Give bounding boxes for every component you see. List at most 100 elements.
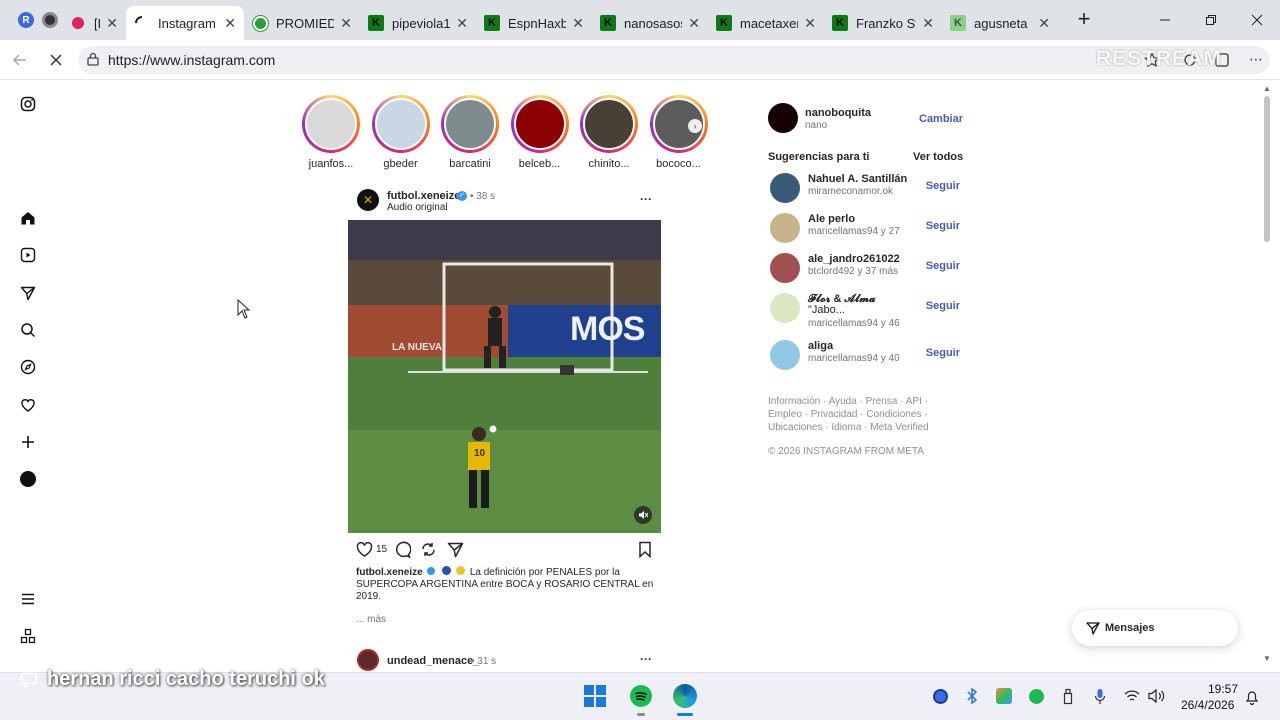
tray-color-icon[interactable]: [996, 688, 1012, 704]
next-post-username[interactable]: undead_menace_: [387, 655, 479, 667]
suggestion-username[interactable]: ale_jandro261022: [808, 253, 900, 265]
like-count[interactable]: 15: [376, 544, 387, 555]
next-post-avatar[interactable]: [357, 649, 379, 671]
repost-icon[interactable]: [420, 541, 437, 558]
caption-username[interactable]: futbol.xeneize: [356, 567, 423, 578]
follow-button[interactable]: Seguir: [926, 300, 960, 312]
post-video[interactable]: MOS LA NUEVA 10: [348, 220, 661, 533]
back-icon[interactable]: [12, 52, 28, 68]
browser-tab[interactable]: Instagram ✕: [126, 6, 244, 40]
tab-close-icon[interactable]: ✕: [572, 15, 584, 32]
menu-hamburger-icon[interactable]: [20, 591, 36, 607]
tab-close-icon[interactable]: ✕: [922, 15, 934, 32]
post-author-avatar[interactable]: ✕: [357, 189, 379, 211]
create-plus-icon[interactable]: [20, 434, 36, 450]
site-info-icon[interactable]: [86, 52, 100, 66]
restore-button[interactable]: [1188, 0, 1234, 40]
post-options-icon[interactable]: ···: [640, 192, 652, 206]
suggestion-avatar[interactable]: [770, 173, 800, 203]
save-bookmark-icon[interactable]: [638, 541, 652, 559]
story-item[interactable]: bococo...: [649, 95, 708, 170]
clock-time[interactable]: 19:57: [1208, 682, 1238, 696]
search-icon[interactable]: [20, 322, 36, 338]
tab-close-icon[interactable]: ✕: [1038, 15, 1050, 32]
share-icon[interactable]: [447, 541, 464, 558]
current-user-avatar[interactable]: [768, 103, 798, 133]
stories-next-icon[interactable]: ›: [688, 119, 702, 133]
bluetooth-icon[interactable]: [966, 687, 978, 705]
close-window-button[interactable]: [1234, 0, 1280, 40]
tray-app-icon[interactable]: [933, 689, 948, 704]
edge-taskbar-icon[interactable]: [673, 684, 697, 708]
messages-button[interactable]: Mensajes: [1072, 610, 1238, 646]
scrollbar-thumb[interactable]: [1264, 96, 1270, 242]
suggestion-username-cont[interactable]: "Jabo...: [808, 304, 845, 316]
wifi-icon[interactable]: [1124, 689, 1140, 703]
start-button-icon[interactable]: [584, 685, 606, 707]
story-item[interactable]: belceb...: [510, 95, 569, 170]
instagram-logo-icon[interactable]: [20, 96, 36, 112]
scroll-down-icon[interactable]: ▼: [1263, 654, 1271, 663]
tab-close-icon[interactable]: ✕: [804, 15, 816, 32]
footer-line[interactable]: Empleo · Privacidad · Condiciones ·: [768, 408, 968, 421]
home-icon[interactable]: [20, 210, 36, 226]
current-user-username[interactable]: nanoboquita: [805, 107, 871, 119]
tab-close-icon[interactable]: ✕: [224, 15, 236, 32]
explore-icon[interactable]: [20, 359, 36, 375]
direct-messages-icon[interactable]: [20, 285, 36, 301]
spotify-taskbar-icon[interactable]: [630, 685, 652, 707]
suggestion-username[interactable]: aliga: [808, 340, 833, 352]
caption-more-link[interactable]: ... más: [356, 614, 386, 625]
tab-close-icon[interactable]: ✕: [106, 15, 118, 32]
post-audio[interactable]: Audio original: [387, 202, 448, 213]
tab-close-icon[interactable]: ✕: [340, 15, 352, 32]
profile-avatar-icon[interactable]: [20, 471, 36, 487]
comment-icon[interactable]: [394, 541, 412, 559]
follow-button[interactable]: Seguir: [926, 260, 960, 272]
post-author-username[interactable]: futbol.xeneize: [387, 190, 460, 202]
browser-tab[interactable]: K Franzko Str ✕: [824, 6, 942, 40]
url-text[interactable]: https://www.instagram.com: [108, 52, 275, 68]
browser-tab[interactable]: [LIV ✕: [62, 6, 126, 40]
see-all-button[interactable]: Ver todos: [913, 151, 963, 163]
browser-tab[interactable]: K EspnHaxba ✕: [476, 6, 592, 40]
new-tab-button[interactable]: +: [1074, 8, 1094, 30]
notification-bell-icon[interactable]: [1245, 689, 1259, 706]
story-item[interactable]: juanfos...: [302, 95, 360, 170]
tab-close-icon[interactable]: ✕: [456, 15, 468, 32]
scroll-up-icon[interactable]: ▲: [1263, 84, 1271, 93]
mute-icon[interactable]: [634, 506, 652, 524]
notifications-heart-icon[interactable]: [20, 397, 36, 413]
more-options-icon[interactable]: ⋯: [1248, 52, 1264, 68]
footer-line[interactable]: Ubicaciones · Idioma · Meta Verified: [768, 421, 968, 434]
browser-tab[interactable]: Kmacetaxen ✕: [708, 6, 824, 40]
page-scrollbar[interactable]: ▲ ▼: [1262, 84, 1272, 668]
usb-device-icon[interactable]: [1062, 688, 1074, 705]
footer-line[interactable]: Información · Ayuda · Prensa · API ·: [768, 395, 968, 408]
stop-loading-icon[interactable]: [48, 52, 64, 68]
suggestion-username[interactable]: Ale perlo: [808, 213, 855, 225]
volume-icon[interactable]: [1148, 688, 1166, 704]
spotify-tray-icon[interactable]: [1029, 689, 1044, 704]
next-post-options-icon[interactable]: ···: [640, 652, 652, 666]
microphone-icon[interactable]: [1094, 688, 1106, 705]
story-item[interactable]: barcatini: [441, 95, 499, 170]
browser-tab[interactable]: Kagusneta S ✕: [942, 6, 1058, 40]
story-item[interactable]: chinito...: [580, 95, 638, 170]
also-from-meta-icon[interactable]: [20, 628, 36, 644]
suggestion-avatar[interactable]: [770, 253, 800, 283]
follow-button[interactable]: Seguir: [926, 347, 960, 359]
profile-icon[interactable]: R: [18, 12, 34, 28]
suggestion-avatar[interactable]: [770, 293, 800, 323]
like-heart-icon[interactable]: [356, 541, 373, 558]
suggestion-username[interactable]: Nahuel A. Santillán: [808, 173, 907, 185]
browser-tab[interactable]: PROMIEDO ✕: [244, 6, 360, 40]
clock-date[interactable]: 26/4/2026: [1181, 698, 1234, 712]
story-item[interactable]: gbeder: [371, 95, 430, 170]
follow-button[interactable]: Seguir: [926, 180, 960, 192]
tab-close-icon[interactable]: ✕: [688, 15, 700, 32]
suggestion-avatar[interactable]: [770, 340, 800, 370]
browser-tab[interactable]: Knanosasos ✕: [592, 6, 708, 40]
follow-button[interactable]: Seguir: [926, 220, 960, 232]
suggestion-avatar[interactable]: [770, 213, 800, 243]
